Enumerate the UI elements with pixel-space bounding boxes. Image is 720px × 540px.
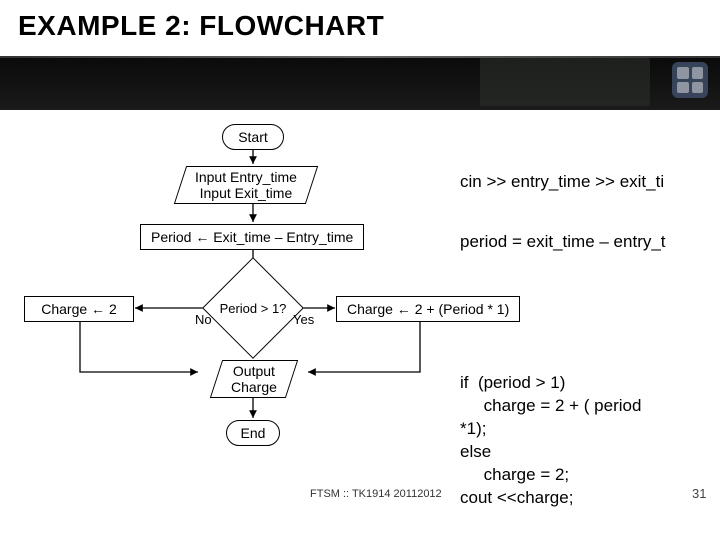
node-period: Period ← Exit_time – Entry_time	[140, 224, 364, 250]
slide-root: EXAMPLE 2: FLOWCHART	[0, 0, 720, 540]
slide-title: EXAMPLE 2: FLOWCHART	[18, 10, 384, 42]
node-start-text: Start	[238, 129, 268, 145]
code-period: period = exit_time – entry_t	[460, 232, 666, 252]
node-output: Output Charge	[210, 360, 298, 398]
flowchart-canvas: Start Input Entry_time Input Exit_time P…	[0, 110, 720, 540]
node-input-line2: Input Exit_time	[195, 185, 297, 201]
node-input-line1: Input Entry_time	[195, 169, 297, 185]
node-end: End	[226, 420, 280, 446]
node-decision-text: Period > 1?	[217, 272, 289, 344]
code-block: if (period > 1) charge = 2 + ( period *1…	[460, 372, 641, 510]
page-number: 31	[692, 486, 706, 501]
header-photo	[480, 58, 650, 106]
node-output-text: Output Charge	[231, 363, 277, 395]
node-start: Start	[222, 124, 284, 150]
footer-text: FTSM :: TK1914 20112012	[310, 488, 442, 500]
logo-icon	[672, 62, 708, 98]
node-charge2-text: Charge ← 2	[41, 301, 116, 317]
node-chargecalc-text: Charge ← 2 + (Period * 1)	[347, 301, 509, 317]
node-charge2: Charge ← 2	[24, 296, 134, 322]
node-decision: Period > 1?	[217, 272, 289, 344]
label-no: No	[195, 312, 212, 327]
node-input: Input Entry_time Input Exit_time	[174, 166, 318, 204]
header-band	[0, 56, 720, 110]
node-period-text: Period ← Exit_time – Entry_time	[151, 229, 353, 245]
node-chargecalc: Charge ← 2 + (Period * 1)	[336, 296, 520, 322]
code-cin: cin >> entry_time >> exit_ti	[460, 172, 664, 192]
label-yes: Yes	[293, 312, 314, 327]
node-end-text: End	[241, 425, 266, 441]
